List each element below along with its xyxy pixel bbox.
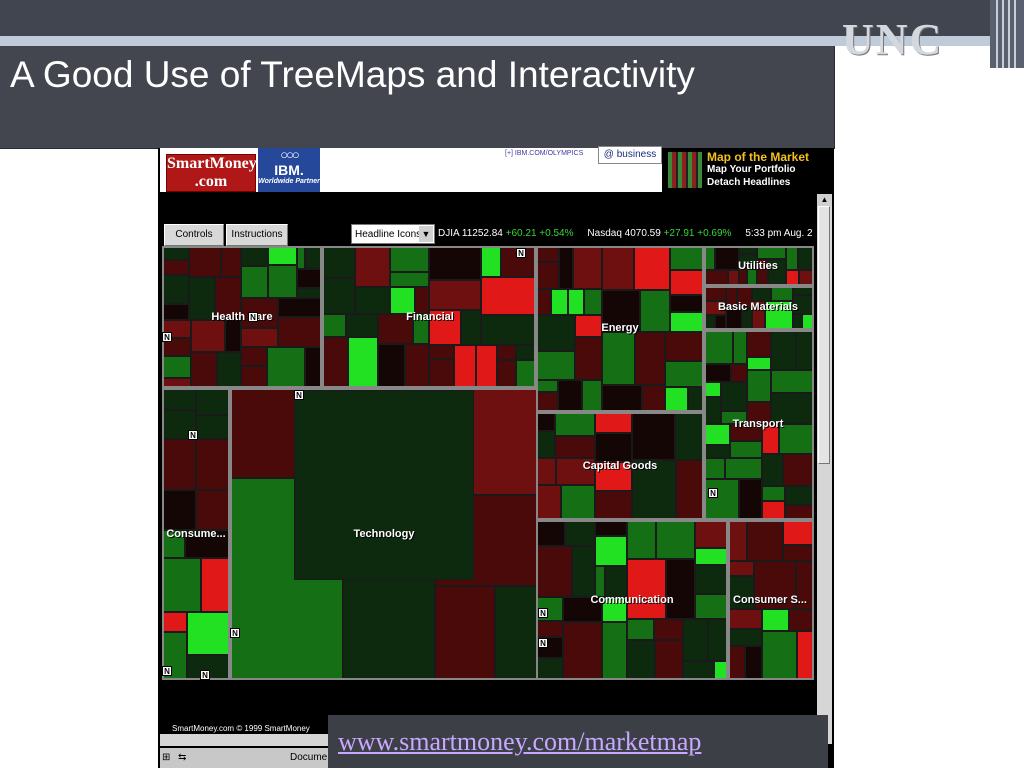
sector-label: Capital Goods: [582, 460, 658, 472]
secure-icon: ⊞: [162, 752, 171, 763]
sector-label: Transport: [732, 418, 784, 430]
sector-label: Utilities: [738, 260, 778, 272]
news-badge-icon[interactable]: N: [516, 248, 526, 258]
connection-icon: ⇆: [178, 752, 187, 763]
controls-button[interactable]: Controls: [164, 224, 224, 246]
news-badge-icon[interactable]: N: [200, 670, 210, 680]
copyright-text: SmartMoney.com © 1999 SmartMoney: [172, 724, 310, 733]
ibm-olympics-link[interactable]: [+] IBM.COM/OLYMPICS: [505, 150, 583, 157]
news-badge-icon[interactable]: N: [294, 390, 304, 400]
map-your-portfolio-link[interactable]: Map Your Portfolio: [707, 164, 796, 175]
market-ticker: DJIA 11252.84 +60.21 +0.54% Nasdaq 4070.…: [438, 224, 812, 244]
news-badge-icon[interactable]: N: [188, 430, 198, 440]
market-time: 5:33 pm Aug. 28: [745, 228, 812, 239]
unc-logo: UNC: [842, 15, 944, 64]
sector-label: Basic Materials: [717, 301, 799, 313]
vertical-scrollbar[interactable]: ▲: [817, 194, 832, 744]
sector-label: Financial: [406, 311, 454, 323]
detach-headlines-link[interactable]: Detach Headlines: [707, 177, 790, 188]
news-badge-icon[interactable]: N: [538, 608, 548, 618]
djia-label: DJIA 11252.84: [438, 228, 503, 239]
horizontal-scrollbar[interactable]: [160, 734, 330, 746]
sector-label: Consume...: [166, 528, 226, 540]
sector-label: Technology: [353, 528, 415, 540]
news-badge-icon[interactable]: N: [248, 312, 258, 322]
nasdaq-change: +27.91 +0.69%: [663, 228, 732, 239]
treemap-grid-icon: [668, 152, 702, 188]
ibm-ad[interactable]: ○○○ IBM. Worldwide Partner: [258, 148, 320, 192]
smartmoney-logo[interactable]: SmartMoney .com: [166, 154, 257, 192]
slide-corner-decoration: [990, 0, 1024, 68]
ebusiness-logo[interactable]: @ business: [598, 146, 662, 164]
headline-icons-select[interactable]: Headline Icons ▼: [351, 224, 435, 244]
news-badge-icon[interactable]: N: [708, 488, 718, 498]
sector-label: Communication: [590, 594, 674, 606]
sector-label: Health Care: [211, 311, 273, 323]
nasdaq-label: Nasdaq 4070.59: [587, 228, 661, 239]
news-badge-icon[interactable]: N: [230, 628, 240, 638]
news-badge-icon[interactable]: N: [538, 638, 548, 648]
news-badge-icon[interactable]: N: [162, 666, 172, 676]
news-badge-icon[interactable]: N: [162, 332, 172, 342]
instructions-button[interactable]: Instructions: [226, 224, 288, 246]
chevron-down-icon[interactable]: ▼: [419, 226, 433, 242]
map-of-the-market-panel: Map of the Market Map Your Portfolio Det…: [664, 148, 832, 192]
sector-label: Consumer S...: [733, 594, 807, 606]
scroll-up-icon[interactable]: ▲: [817, 194, 832, 206]
market-treemap[interactable]: Health Care Financial Energy Utilities Basic…: [162, 246, 814, 680]
olympic-rings-icon: ○○○: [280, 147, 300, 162]
scrollbar-thumb[interactable]: [818, 206, 830, 464]
browser-status-bar: ⊞ ⇆ Docume: [160, 748, 330, 768]
marketmap-link[interactable]: www.smartmoney.com/marketmap: [328, 715, 828, 768]
sector-label: Energy: [601, 322, 639, 334]
map-title: Map of the Market: [707, 150, 810, 164]
djia-change: +60.21 +0.54%: [505, 228, 574, 239]
status-text: Docume: [290, 752, 328, 763]
slide-title: A Good Use of TreeMaps and Interactivity: [10, 54, 695, 95]
